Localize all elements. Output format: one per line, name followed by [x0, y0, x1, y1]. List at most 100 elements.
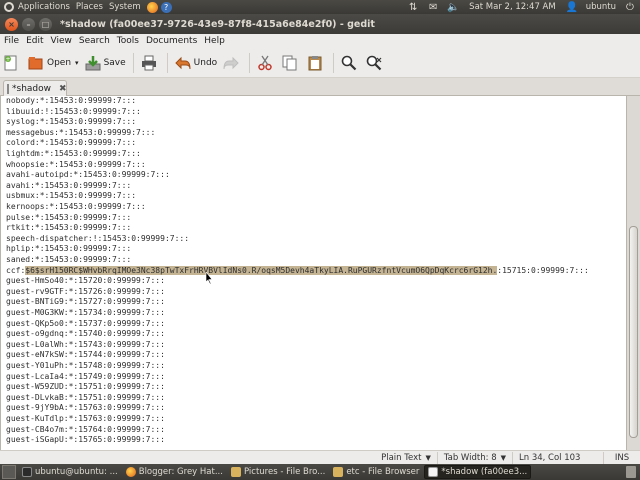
window-minimize-button[interactable]: –: [22, 17, 35, 31]
mail-envelope-icon[interactable]: ✉: [427, 1, 439, 13]
selected-text[interactable]: $6$srH150RC$WHvbRrqIMOe3Nc38pTwTxFrHRVBV…: [25, 265, 498, 275]
cursor-position: Ln 34, Col 103: [513, 452, 603, 464]
editor-line[interactable]: syslog:*:15453:0:99999:7:::: [6, 117, 136, 128]
insert-mode-label: INS: [614, 452, 630, 463]
editor-line[interactable]: avahi-autoipd:*:15453:0:99999:7:::: [6, 170, 170, 181]
editor-line[interactable]: guest-W59ZUD:*:15751:0:99999:7:::: [6, 382, 165, 393]
editor-line[interactable]: avahi:*:15453:0:99999:7:::: [6, 181, 131, 192]
save-button[interactable]: Save: [82, 51, 129, 75]
document-icon: [7, 84, 9, 94]
tab-close-icon[interactable]: ✖: [59, 84, 67, 94]
editor-line[interactable]: usbmux:*:15453:0:99999:7:::: [6, 191, 136, 202]
firefox-icon: [125, 467, 136, 477]
editor-line[interactable]: guest-eN7kSW:*:15744:0:99999:7:::: [6, 350, 165, 361]
line-prefix: ccf:: [6, 265, 26, 275]
show-desktop-icon[interactable]: [2, 465, 16, 479]
printer-icon: [141, 55, 157, 71]
open-dropdown-arrow-icon[interactable]: ▾: [75, 59, 79, 67]
tab-label: *shadow: [12, 84, 51, 94]
text-editor[interactable]: nobody:*:15453:0:99999:7::: libuuid:!:15…: [0, 96, 626, 450]
task-terminal[interactable]: ubuntu@ubuntu: ...: [19, 465, 121, 479]
menu-help[interactable]: Help: [204, 36, 225, 46]
find-replace-button[interactable]: [363, 51, 388, 75]
editor-line[interactable]: guest-QKp5o0:*:15737:0:99999:7:::: [6, 319, 165, 330]
window-close-button[interactable]: ×: [5, 17, 18, 31]
editor-line[interactable]: guest-CB4o7m:*:15764:0:99999:7:::: [6, 425, 165, 436]
tab-shadow[interactable]: *shadow ✖: [3, 80, 67, 97]
editor-line[interactable]: guest-LcaIa4:*:15749:0:99999:7:::: [6, 372, 165, 383]
user-person-icon[interactable]: 👤: [566, 1, 578, 13]
menu-search[interactable]: Search: [79, 36, 110, 46]
ubuntu-logo-icon[interactable]: [4, 2, 14, 12]
trash-icon[interactable]: [626, 466, 636, 478]
menu-edit[interactable]: Edit: [26, 36, 43, 46]
undo-button[interactable]: Undo: [172, 51, 221, 75]
open-button[interactable]: Open ▾: [25, 51, 82, 75]
editor-line[interactable]: nobody:*:15453:0:99999:7:::: [6, 96, 136, 107]
task-etc-browser[interactable]: etc - File Browser: [330, 465, 422, 479]
help-launcher-icon[interactable]: ?: [160, 1, 172, 13]
copy-button[interactable]: [279, 51, 304, 75]
print-button[interactable]: [138, 51, 163, 75]
editor-line[interactable]: guest-iSGapU:*:15765:0:99999:7:::: [6, 435, 165, 446]
power-shutdown-icon[interactable]: ⏻: [624, 1, 636, 13]
editor-line[interactable]: guest-DLvkaB:*:15751:0:99999:7:::: [6, 393, 165, 404]
menu-system[interactable]: System: [109, 2, 141, 12]
toolbar-separator: [166, 52, 168, 73]
task-label: Blogger: Grey Hat...: [138, 467, 223, 477]
menu-tools[interactable]: Tools: [117, 36, 139, 46]
task-firefox[interactable]: Blogger: Grey Hat...: [123, 465, 226, 479]
task-pictures-browser[interactable]: Pictures - File Bro...: [228, 465, 328, 479]
toolbar-separator: [333, 52, 335, 73]
editor-line[interactable]: guest-M0G3KW:*:15734:0:99999:7:::: [6, 308, 165, 319]
paste-button[interactable]: [304, 51, 329, 75]
editor-line-selected[interactable]: ccf:$6$srH150RC$WHvbRrqIMOe3Nc38pTwTxFrH…: [6, 265, 589, 277]
editor-line[interactable]: colord:*:15453:0:99999:7:::: [6, 138, 136, 149]
redo-button[interactable]: [220, 51, 245, 75]
editor-line[interactable]: guest-HmSo40:*:15720:0:99999:7:::: [6, 276, 165, 287]
menu-view[interactable]: View: [51, 36, 72, 46]
new-button[interactable]: +: [0, 51, 25, 75]
text-cursor-icon: [205, 272, 213, 284]
editor-line[interactable]: hplip:*:15453:0:99999:7:::: [6, 244, 131, 255]
network-arrows-icon[interactable]: ⇅: [407, 1, 419, 13]
editor-line[interactable]: guest-rv9GTF:*:15726:0:99999:7:::: [6, 287, 165, 298]
editor-line[interactable]: speech-dispatcher:!:15453:0:99999:7:::: [6, 234, 189, 245]
editor-line[interactable]: guest-9jY9bA:*:15763:0:99999:7:::: [6, 403, 165, 414]
task-gedit[interactable]: *shadow (fa00ee3...: [424, 465, 532, 479]
editor-line[interactable]: saned:*:15453:0:99999:7:::: [6, 255, 131, 266]
window-maximize-button[interactable]: □: [39, 17, 52, 31]
task-label: ubuntu@ubuntu: ...: [35, 467, 118, 477]
panel-clock[interactable]: Sat Mar 2, 12:47 AM: [469, 2, 556, 12]
editor-line[interactable]: lightdm:*:15453:0:99999:7:::: [6, 149, 141, 160]
menu-applications[interactable]: Applications: [18, 2, 70, 12]
svg-text:+: +: [5, 56, 10, 63]
magnifier-replace-icon: [366, 55, 382, 71]
editor-line[interactable]: guest-KuTdlp:*:15763:0:99999:7:::: [6, 414, 165, 425]
editor-line[interactable]: guest-o9gdnq:*:15740:0:99999:7:::: [6, 329, 165, 340]
editor-line[interactable]: guest-Y01uPh:*:15748:0:99999:7:::: [6, 361, 165, 372]
firefox-launcher-icon[interactable]: [146, 1, 158, 13]
menu-places[interactable]: Places: [76, 2, 103, 12]
language-selector[interactable]: Plain Text ▼: [375, 452, 437, 464]
editor-line[interactable]: messagebus:*:15453:0:99999:7:::: [6, 128, 155, 139]
menu-file[interactable]: File: [4, 36, 19, 46]
editor-scrollbar[interactable]: [626, 96, 640, 450]
menu-documents[interactable]: Documents: [146, 36, 197, 46]
find-button[interactable]: [338, 51, 363, 75]
editor-line[interactable]: whoopsie:*:15453:0:99999:7:::: [6, 160, 146, 171]
panel-user[interactable]: ubuntu: [586, 2, 616, 12]
tab-width-selector[interactable]: Tab Width: 8 ▼: [438, 452, 512, 464]
editor-line[interactable]: pulse:*:15453:0:99999:7:::: [6, 213, 131, 224]
copy-pages-icon: [282, 55, 298, 71]
editor-line[interactable]: guest-L0alWh:*:15743:0:99999:7:::: [6, 340, 165, 351]
editor-line[interactable]: kernoops:*:15453:0:99999:7:::: [6, 202, 146, 213]
volume-speaker-icon[interactable]: 🔈: [447, 1, 459, 13]
window-titlebar[interactable]: × – □ *shadow (fa00ee37-9726-43e9-87f8-4…: [0, 14, 640, 34]
cut-button[interactable]: [254, 51, 279, 75]
editor-line[interactable]: guest-BNTiG9:*:15727:0:99999:7:::: [6, 297, 165, 308]
editor-line[interactable]: rtkit:*:15453:0:99999:7:::: [6, 223, 131, 234]
editor-line[interactable]: libuuid:!:15453:0:99999:7:::: [6, 107, 141, 118]
scrollbar-thumb[interactable]: [629, 226, 638, 438]
cursor-position-label: Ln 34, Col 103: [519, 452, 581, 463]
